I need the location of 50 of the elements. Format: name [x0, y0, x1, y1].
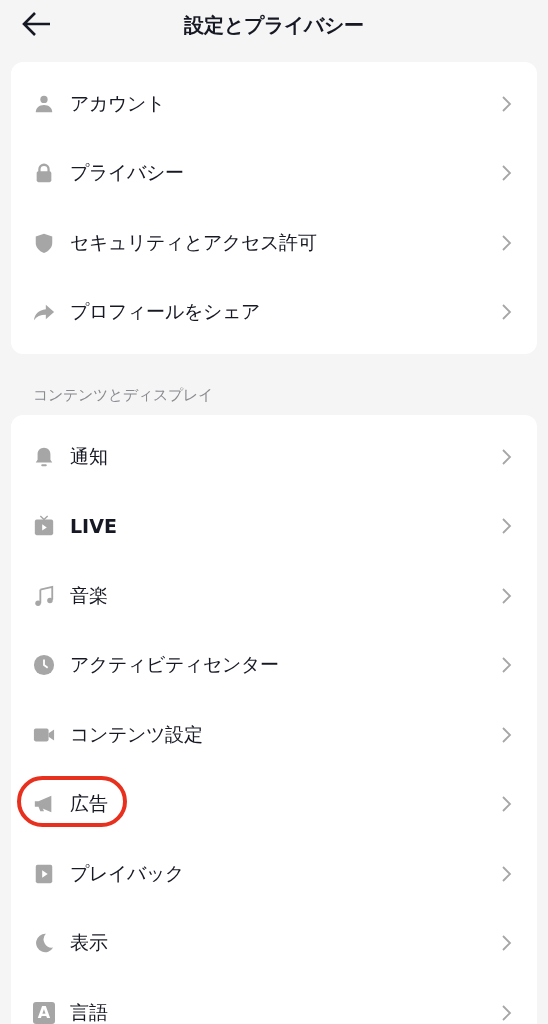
- settings-item[interactable]: アカウント: [11, 69, 537, 139]
- item-label: 言語: [70, 999, 109, 1024]
- item-label: 表示: [70, 930, 109, 956]
- settings-item[interactable]: 音楽: [11, 561, 537, 631]
- chevron-icon: [501, 303, 513, 322]
- shield-icon: [33, 231, 55, 254]
- settings-item[interactable]: プレイバック: [11, 839, 537, 909]
- item-label: セキュリティとアクセス許可: [70, 229, 318, 255]
- section-heading: コンテンツとディスプレイ: [32, 385, 214, 406]
- chevron-icon: [501, 725, 513, 744]
- item-label: プレイバック: [70, 860, 185, 886]
- item-label: アクティビティセンター: [70, 652, 280, 678]
- chevron-icon: [501, 233, 513, 252]
- letter-icon: A: [33, 1001, 55, 1024]
- music-note-icon: [33, 584, 55, 607]
- item-label: LIVE: [70, 515, 118, 538]
- clock-icon: [33, 654, 55, 677]
- settings-item[interactable]: プライバシー: [11, 138, 537, 208]
- item-label: 音楽: [70, 582, 109, 608]
- settings-item[interactable]: コンテンツ設定: [11, 700, 537, 770]
- item-label: 通知: [70, 443, 109, 469]
- chevron-icon: [501, 586, 513, 605]
- page-title: 設定とプライバシー: [184, 11, 364, 39]
- tv-icon: [33, 515, 55, 538]
- chevron-icon: [501, 1003, 513, 1022]
- chevron-icon: [501, 517, 513, 536]
- settings-item[interactable]: セキュリティとアクセス許可: [11, 208, 537, 278]
- moon-icon: [33, 932, 55, 955]
- settings-item[interactable]: 表示: [11, 908, 537, 978]
- play-icon: [33, 862, 55, 885]
- settings-item[interactable]: LIVE: [11, 491, 537, 561]
- item-label: プライバシー: [70, 160, 185, 186]
- item-label: 広告: [70, 791, 109, 817]
- chevron-icon: [501, 795, 513, 814]
- chevron-icon: [501, 934, 513, 953]
- chevron-icon: [501, 656, 513, 675]
- settings-item[interactable]: プロフィールをシェア: [11, 277, 537, 347]
- chevron-icon: [501, 864, 513, 883]
- settings-item[interactable]: アクティビティセンター: [11, 630, 537, 700]
- item-label: プロフィールをシェア: [70, 299, 261, 325]
- settings-item[interactable]: 通知: [11, 422, 537, 492]
- chevron-icon: [501, 164, 513, 183]
- item-label: アカウント: [70, 90, 166, 116]
- settings-item[interactable]: A 言語: [11, 978, 537, 1024]
- chevron-icon: [501, 447, 513, 466]
- item-label: コンテンツ設定: [70, 721, 204, 747]
- bell-icon: [33, 445, 55, 468]
- back-arrow-icon[interactable]: [22, 11, 52, 37]
- chevron-icon: [501, 94, 513, 113]
- settings-item[interactable]: 広告: [11, 769, 537, 839]
